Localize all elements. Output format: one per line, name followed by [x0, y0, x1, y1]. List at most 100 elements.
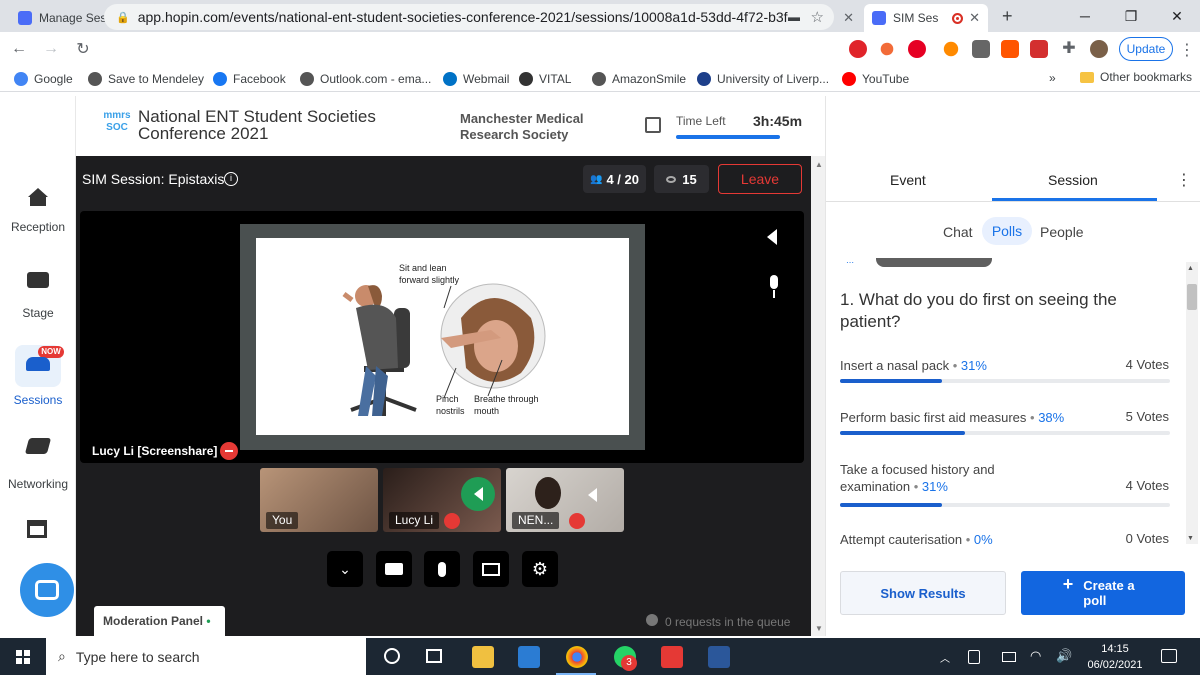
battery-icon[interactable]	[1002, 652, 1016, 662]
reload-icon[interactable]: ↻	[70, 39, 96, 59]
subtab-people[interactable]: People	[1040, 224, 1084, 240]
subtab-chat[interactable]: Chat	[943, 224, 973, 240]
word-icon[interactable]	[708, 646, 730, 668]
nav-stage[interactable]: Stage	[0, 272, 76, 320]
camera-button[interactable]	[376, 551, 412, 587]
people-icon: 👥	[590, 173, 603, 185]
cast-icon[interactable]: ▬	[788, 10, 800, 24]
clock[interactable]: 14:15 06/02/2021	[1085, 641, 1145, 673]
url-bar[interactable]: 🔒 app.hopin.com/events/national-ent-stud…	[104, 4, 834, 30]
search-icon: ⌕	[58, 648, 66, 664]
subtab-polls[interactable]: Polls	[982, 217, 1032, 245]
leave-button[interactable]: Leave	[718, 164, 802, 194]
nav-sessions[interactable]: Sessions	[0, 357, 76, 407]
speaker-icon[interactable]	[767, 229, 777, 245]
nav-reception[interactable]: Reception	[0, 188, 76, 234]
info-icon[interactable]: i	[224, 172, 238, 186]
intercom-chat-button[interactable]	[20, 563, 74, 617]
bookmark-item[interactable]: VITAL	[519, 71, 571, 86]
file-explorer-icon[interactable]	[472, 646, 494, 668]
volume-icon[interactable]: 🔊	[1056, 648, 1072, 664]
extension-orange-icon[interactable]	[880, 42, 894, 56]
calendar-icon[interactable]	[645, 117, 661, 133]
pdf-reader-icon[interactable]	[661, 646, 683, 668]
update-button[interactable]: Update	[1119, 37, 1173, 61]
poll-option-votes: 5 Votes	[1125, 409, 1169, 424]
bookmark-item[interactable]: AmazonSmile	[592, 71, 686, 86]
bookmark-item[interactable]: University of Liverp...	[697, 71, 829, 86]
bookmarks-overflow-icon[interactable]: »	[1049, 71, 1056, 85]
extension-m-icon[interactable]	[1030, 40, 1048, 58]
back-icon[interactable]: ←	[6, 40, 32, 58]
tab-event[interactable]: Event	[890, 172, 926, 188]
soundcloud-icon[interactable]	[1001, 40, 1019, 58]
moderation-panel-tab[interactable]: Moderation Panel •	[94, 606, 225, 636]
task-view-icon[interactable]	[426, 649, 442, 663]
poll-scroll-thumb[interactable]	[1187, 284, 1197, 310]
poll-scroll-up-icon[interactable]: ▲	[1187, 265, 1194, 272]
profile-avatar[interactable]	[1090, 40, 1108, 58]
close-tab-icon[interactable]: ✕	[969, 10, 980, 26]
extension-bolt-icon[interactable]	[943, 41, 959, 57]
bookmark-favicon-icon	[697, 71, 711, 86]
home-icon	[28, 188, 48, 197]
extensions-puzzle-icon[interactable]: ✚	[1060, 40, 1078, 58]
chrome-taskbar-icon[interactable]	[566, 646, 588, 668]
close-tab-icon[interactable]: ✕	[843, 10, 854, 26]
maximize-icon[interactable]: ❐	[1108, 0, 1154, 32]
cortana-icon[interactable]	[384, 648, 400, 664]
bookmark-item[interactable]: Outlook.com - ema...	[300, 71, 431, 86]
nav-networking[interactable]: Networking	[0, 438, 76, 491]
facebook-ext-icon[interactable]	[972, 40, 990, 58]
mail-icon[interactable]	[518, 646, 540, 668]
bookmark-item[interactable]: Google	[14, 71, 73, 86]
browser-tab[interactable]: SIM Ses ✕	[864, 4, 988, 32]
stage-scrollbar[interactable]	[811, 156, 825, 636]
nav-label: Networking	[7, 477, 69, 491]
poll-scroll-down-icon[interactable]: ▼	[1187, 535, 1194, 542]
extension-red-icon[interactable]	[849, 40, 867, 58]
bookmark-item[interactable]: Webmail	[443, 71, 509, 86]
close-window-icon[interactable]: ✕	[1154, 0, 1200, 32]
other-bookmarks[interactable]: Other bookmarks	[1080, 70, 1192, 84]
taskbar-search[interactable]: ⌕ Type here to search	[46, 638, 366, 675]
participant-name: NEN...	[512, 512, 560, 529]
bookmark-label: Google	[34, 71, 73, 86]
chat-bubble-icon	[35, 580, 59, 600]
bookmark-favicon-icon	[519, 71, 533, 86]
microphone-button[interactable]	[424, 551, 460, 587]
tray-chevron-icon[interactable]: ︿	[940, 650, 950, 665]
lock-icon: 🔒	[116, 11, 130, 24]
microphone-stand	[773, 290, 775, 298]
participant-mic-off-icon	[569, 513, 585, 529]
more-options-button[interactable]: ⌄	[327, 551, 363, 587]
poll-option-percent: 38%	[1038, 410, 1065, 425]
bookmark-item[interactable]: Save to Mendeley	[88, 71, 204, 86]
microphone-icon[interactable]	[770, 275, 778, 289]
pinterest-icon[interactable]	[908, 40, 926, 58]
expo-booth-icon[interactable]	[27, 520, 47, 538]
screenshare-button[interactable]	[473, 551, 509, 587]
bookmark-item[interactable]: YouTube	[842, 71, 909, 86]
windows-start-icon[interactable]	[16, 650, 30, 664]
panel-menu-icon[interactable]: ⋮	[1176, 170, 1192, 190]
new-tab-icon[interactable]: +	[1002, 6, 1013, 27]
bookmark-star-icon[interactable]: ☆	[811, 8, 824, 26]
settings-button[interactable]: ⚙	[522, 551, 558, 587]
show-results-button[interactable]: Show Results	[840, 571, 1006, 615]
scroll-up-icon[interactable]: ▲	[815, 160, 823, 169]
bookmark-item[interactable]: Facebook	[213, 71, 286, 86]
tray-device-icon[interactable]	[968, 650, 980, 664]
tab-session[interactable]: Session	[1048, 172, 1098, 188]
scroll-down-icon[interactable]: ▼	[815, 624, 823, 633]
event-title: National ENT Student Societies Conferenc…	[138, 107, 376, 143]
notifications-icon[interactable]	[1161, 649, 1177, 663]
forward-icon[interactable]: →	[38, 40, 64, 58]
screenshare-off-icon	[482, 562, 500, 576]
create-poll-button[interactable]: + Create a poll	[1021, 571, 1185, 615]
session-title: SIM Session: Epistaxis	[82, 171, 225, 187]
create-poll-label: Create a poll	[1083, 578, 1135, 608]
minimize-icon[interactable]: ─	[1062, 0, 1108, 32]
chrome-menu-icon[interactable]: ⋮	[1179, 40, 1195, 60]
wifi-icon[interactable]: ◠	[1030, 648, 1041, 664]
